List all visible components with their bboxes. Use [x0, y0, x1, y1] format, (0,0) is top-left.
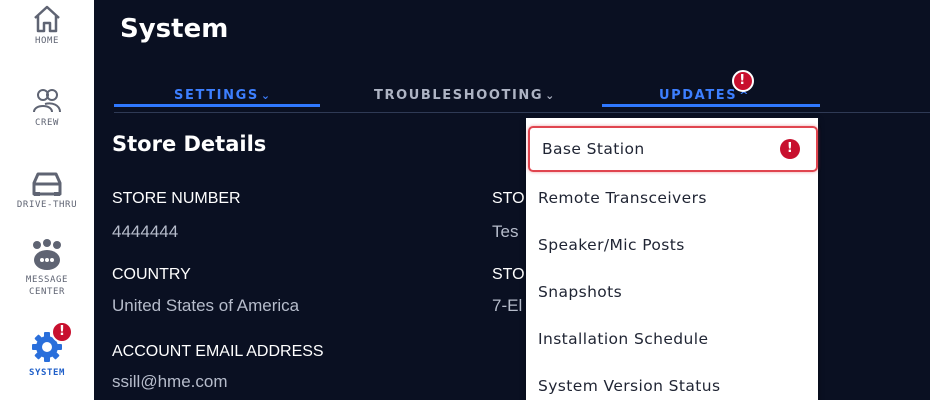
- account-email-label: ACCOUNT EMAIL ADDRESS: [112, 343, 324, 360]
- menu-item-installation-schedule[interactable]: Installation Schedule: [526, 316, 818, 362]
- menu-item-base-station[interactable]: Base Station !: [528, 126, 818, 172]
- tab-label: UPDATES: [659, 88, 738, 103]
- tab-label: TROUBLESHOOTING: [374, 88, 544, 103]
- sidebar-item-label: SYSTEM: [28, 368, 66, 378]
- country-label: COUNTRY: [112, 266, 191, 283]
- chevron-down-icon: ⌄: [260, 89, 272, 102]
- sidebar-item-label: DRIVE-THRU: [16, 200, 78, 210]
- menu-item-label: Speaker/Mic Posts: [538, 236, 685, 254]
- menu-item-snapshots[interactable]: Snapshots: [526, 269, 818, 315]
- car-icon: [32, 172, 62, 196]
- store-name-label: STO: [492, 190, 525, 207]
- sidebar-item-crew[interactable]: CREW: [0, 86, 94, 129]
- crew-icon: [33, 89, 61, 113]
- updates-dropdown-menu: Base Station ! Remote Transceivers Speak…: [526, 118, 818, 400]
- sidebar-item-label: CREW: [34, 118, 60, 128]
- sidebar-item-label: HOME: [34, 36, 60, 46]
- tab-troubleshooting[interactable]: TROUBLESHOOTING ⌄: [374, 88, 556, 103]
- chevron-down-icon: ⌄: [545, 89, 556, 102]
- tab-label: SETTINGS: [174, 88, 259, 103]
- alert-icon: !: [780, 139, 800, 159]
- sidebar-item-home[interactable]: HOME: [0, 2, 94, 47]
- store-brand-label: STO: [492, 266, 525, 283]
- sidebar-item-drive-thru[interactable]: DRIVE-THRU: [0, 168, 94, 211]
- menu-item-label: Base Station: [542, 140, 645, 158]
- home-icon: [34, 5, 60, 33]
- settings-tab-underline: [114, 104, 320, 107]
- account-email-value: ssill@hme.com: [112, 372, 228, 391]
- section-title: Store Details: [112, 132, 267, 156]
- menu-item-label: Installation Schedule: [538, 330, 709, 348]
- tab-bar: SETTINGS ⌄ TROUBLESHOOTING ⌄ UPDATES ^ !: [114, 70, 930, 113]
- updates-alert-badge: !: [732, 70, 754, 92]
- updates-tab-underline: [602, 104, 820, 107]
- store-brand-value: 7-El: [492, 296, 523, 315]
- menu-item-remote-transceivers[interactable]: Remote Transceivers: [526, 175, 818, 221]
- sidebar-item-system[interactable]: ! SYSTEM: [0, 321, 94, 379]
- system-alert-badge: !: [51, 321, 73, 343]
- page-title: System: [120, 14, 229, 44]
- store-number-label: STORE NUMBER: [112, 190, 241, 207]
- country-value: United States of America: [112, 296, 300, 315]
- sidebar-item-message-center[interactable]: MESSAGE CENTER: [0, 238, 94, 298]
- menu-item-speaker-mic-posts[interactable]: Speaker/Mic Posts: [526, 222, 818, 268]
- sidebar-item-label: MESSAGE CENTER: [25, 275, 69, 297]
- menu-item-system-version-status[interactable]: System Version Status: [526, 363, 818, 400]
- menu-item-label: Snapshots: [538, 283, 623, 301]
- main-content: System SETTINGS ⌄ TROUBLESHOOTING ⌄ UPDATE…: [94, 0, 930, 400]
- store-number-value: 4444444: [112, 222, 179, 241]
- tab-updates[interactable]: UPDATES ^ !: [659, 70, 754, 103]
- store-name-value: Tes: [492, 222, 519, 241]
- tab-settings[interactable]: SETTINGS ⌄: [174, 88, 272, 103]
- menu-item-label: Remote Transceivers: [538, 189, 707, 207]
- sidebar: HOME CREW DRIVE-THRU MESSAGE CENTER ! SY…: [0, 0, 94, 400]
- message-center-icon: [33, 239, 61, 270]
- menu-item-label: System Version Status: [538, 377, 721, 395]
